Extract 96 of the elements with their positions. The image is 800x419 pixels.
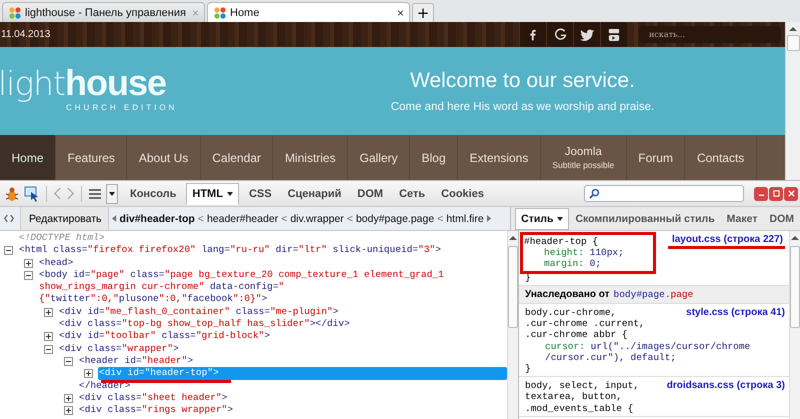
social-link[interactable] <box>573 22 600 47</box>
panel-tab[interactable]: CSS <box>242 182 278 204</box>
breadcrumb-link[interactable]: div#header-top <box>120 212 195 224</box>
search-icon <box>589 188 600 199</box>
closing-brace: } <box>525 363 532 374</box>
bird-icon <box>580 28 594 40</box>
source-link[interactable]: layout.css (строка 227) <box>668 234 785 250</box>
expand-toggle[interactable] <box>24 258 33 268</box>
caret-icon <box>226 192 233 196</box>
css-selector: #header-top { <box>524 236 598 248</box>
expand-toggle[interactable] <box>44 344 53 354</box>
css-selector: body, select, input, textarea, button, .mod_events_table { <box>525 380 640 414</box>
markup-node[interactable]: <!DOCTYPE html> <box>18 232 106 244</box>
browser-tab[interactable]: lighthouse - Панель управления × <box>2 2 205 22</box>
side-panel-tab[interactable]: DOM <box>764 208 800 230</box>
social-link[interactable] <box>600 22 627 47</box>
panel-tab[interactable]: DOM <box>351 182 390 204</box>
source-link[interactable]: style.css (строка 41) <box>686 307 785 318</box>
breadcrumb-separator: < <box>281 212 288 224</box>
social-link[interactable] <box>519 22 546 47</box>
search-field[interactable]: искать... <box>639 26 781 43</box>
letter-f-icon <box>529 28 537 42</box>
expand-toggle[interactable] <box>4 246 13 256</box>
expand-toggle[interactable] <box>64 394 73 403</box>
close-button[interactable] <box>784 186 798 200</box>
browser-tab[interactable]: Home × <box>207 2 410 22</box>
breadcrumb-separator: < <box>198 212 204 224</box>
new-tab-button[interactable]: + <box>412 3 434 22</box>
css-property[interactable]: margin: 0; <box>524 258 624 270</box>
tab-title: lighthouse - Панель управления <box>25 6 187 18</box>
breadcrumb-link[interactable]: html.fire <box>446 212 484 224</box>
social-link[interactable] <box>546 22 573 47</box>
restore-button[interactable] <box>769 186 783 200</box>
markup-node[interactable]: <div id="toolbar" class="grid-block"> <box>58 330 271 343</box>
logo-subtitle: CHURCH EDITION <box>65 103 178 112</box>
element-link[interactable]: body#page.page <box>614 288 694 300</box>
expand-toggle[interactable] <box>64 406 73 416</box>
breadcrumb-separator: < <box>437 212 444 224</box>
edit-button[interactable]: Редактировать <box>20 207 109 230</box>
closing-tag: </header> <box>78 380 132 392</box>
video-tube-icon <box>608 28 620 42</box>
markup-node[interactable]: <div class="rings wrapper"> <box>78 404 234 416</box>
css-property[interactable]: height: 110px; <box>524 247 624 258</box>
caret-icon <box>557 216 564 221</box>
expand-toggle[interactable] <box>64 356 73 366</box>
markup-node[interactable]: <head> <box>38 256 74 269</box>
markup-node[interactable]: <div class="sheet header"> <box>78 392 228 404</box>
panel-toggle-icon[interactable] <box>3 213 15 224</box>
expand-toggle[interactable] <box>84 369 93 378</box>
letter-g-icon <box>554 28 566 41</box>
panel-tab[interactable]: Сценарий <box>282 182 348 204</box>
site-logo: lighthouse <box>0 64 168 103</box>
welcome-subtitle: Come and here His word as we worship and praise. <box>390 101 656 113</box>
css-scrollbar[interactable] <box>789 231 800 419</box>
side-panel-tab[interactable]: Скомпилированный стиль <box>569 208 721 230</box>
markup-node[interactable]: <div class="top-bg show_top_half has_slider"></div> <box>58 318 351 330</box>
tab-title: Home <box>230 6 260 18</box>
panel-tab[interactable]: Cookies <box>435 182 490 204</box>
css-selector: body.cur-chrome, .cur-chrome .current, .cur-chrome abbr { <box>525 307 645 341</box>
search-field[interactable] <box>584 185 744 202</box>
markup-node[interactable]: <div id="me_flash_0_container" class="me-plugin"> <box>58 306 340 318</box>
scroll-right-icon[interactable] <box>486 215 492 222</box>
breadcrumb-separator: < <box>346 212 353 224</box>
expand-toggle[interactable] <box>44 332 53 342</box>
panel-tab[interactable]: Сеть <box>393 182 432 204</box>
expand-toggle[interactable] <box>44 308 53 317</box>
css-property[interactable]: cursor: url("../images/cursor/chrome /cursor.cur"), default; <box>525 340 785 364</box>
markup-node[interactable]: <html class="firefox firefox20" lang="ru-ru" dir="ltr" slick-uniqueid="3"> <box>18 244 442 257</box>
minimize-button[interactable] <box>754 186 768 200</box>
panel-tab[interactable]: Консоль <box>124 182 182 204</box>
page-scrollbar[interactable] <box>785 22 800 180</box>
tree-scrollbar[interactable] <box>507 231 518 419</box>
side-panel-tab[interactable]: Стиль <box>515 208 570 230</box>
breadcrumb-link[interactable]: body#page.page <box>356 212 434 224</box>
scroll-left-icon[interactable] <box>112 215 117 222</box>
square-icon <box>772 190 780 197</box>
colored-knot-icon <box>8 6 22 20</box>
dropdown-button[interactable] <box>106 184 118 204</box>
panel-tab[interactable]: HTML <box>186 182 239 204</box>
inherited-label: Унаследовано от <box>525 288 610 300</box>
breadcrumb-link[interactable]: header#header <box>206 212 278 224</box>
date-text: 11.04.2013 <box>1 29 50 40</box>
close-tab-button[interactable]: × <box>396 6 404 20</box>
source-link[interactable]: droidsans.css (строка 3) <box>666 380 785 392</box>
bug-icon[interactable] <box>4 186 20 202</box>
colored-knot-icon <box>213 6 227 20</box>
inspect-pointer-icon[interactable] <box>24 186 40 202</box>
markup-node[interactable]: <header id="header"> <box>78 354 194 368</box>
markup-node[interactable]: <div class="wrapper"> <box>58 342 180 355</box>
menu-icon[interactable] <box>88 188 102 200</box>
breadcrumb-link[interactable]: div.wrapper <box>290 212 344 224</box>
nav-item[interactable]: Home <box>0 135 56 180</box>
close-icon <box>788 190 794 197</box>
side-panel-tab[interactable]: Макет <box>720 208 764 230</box>
welcome-title: Welcome to our service. <box>409 69 636 93</box>
expand-toggle[interactable] <box>24 270 33 280</box>
